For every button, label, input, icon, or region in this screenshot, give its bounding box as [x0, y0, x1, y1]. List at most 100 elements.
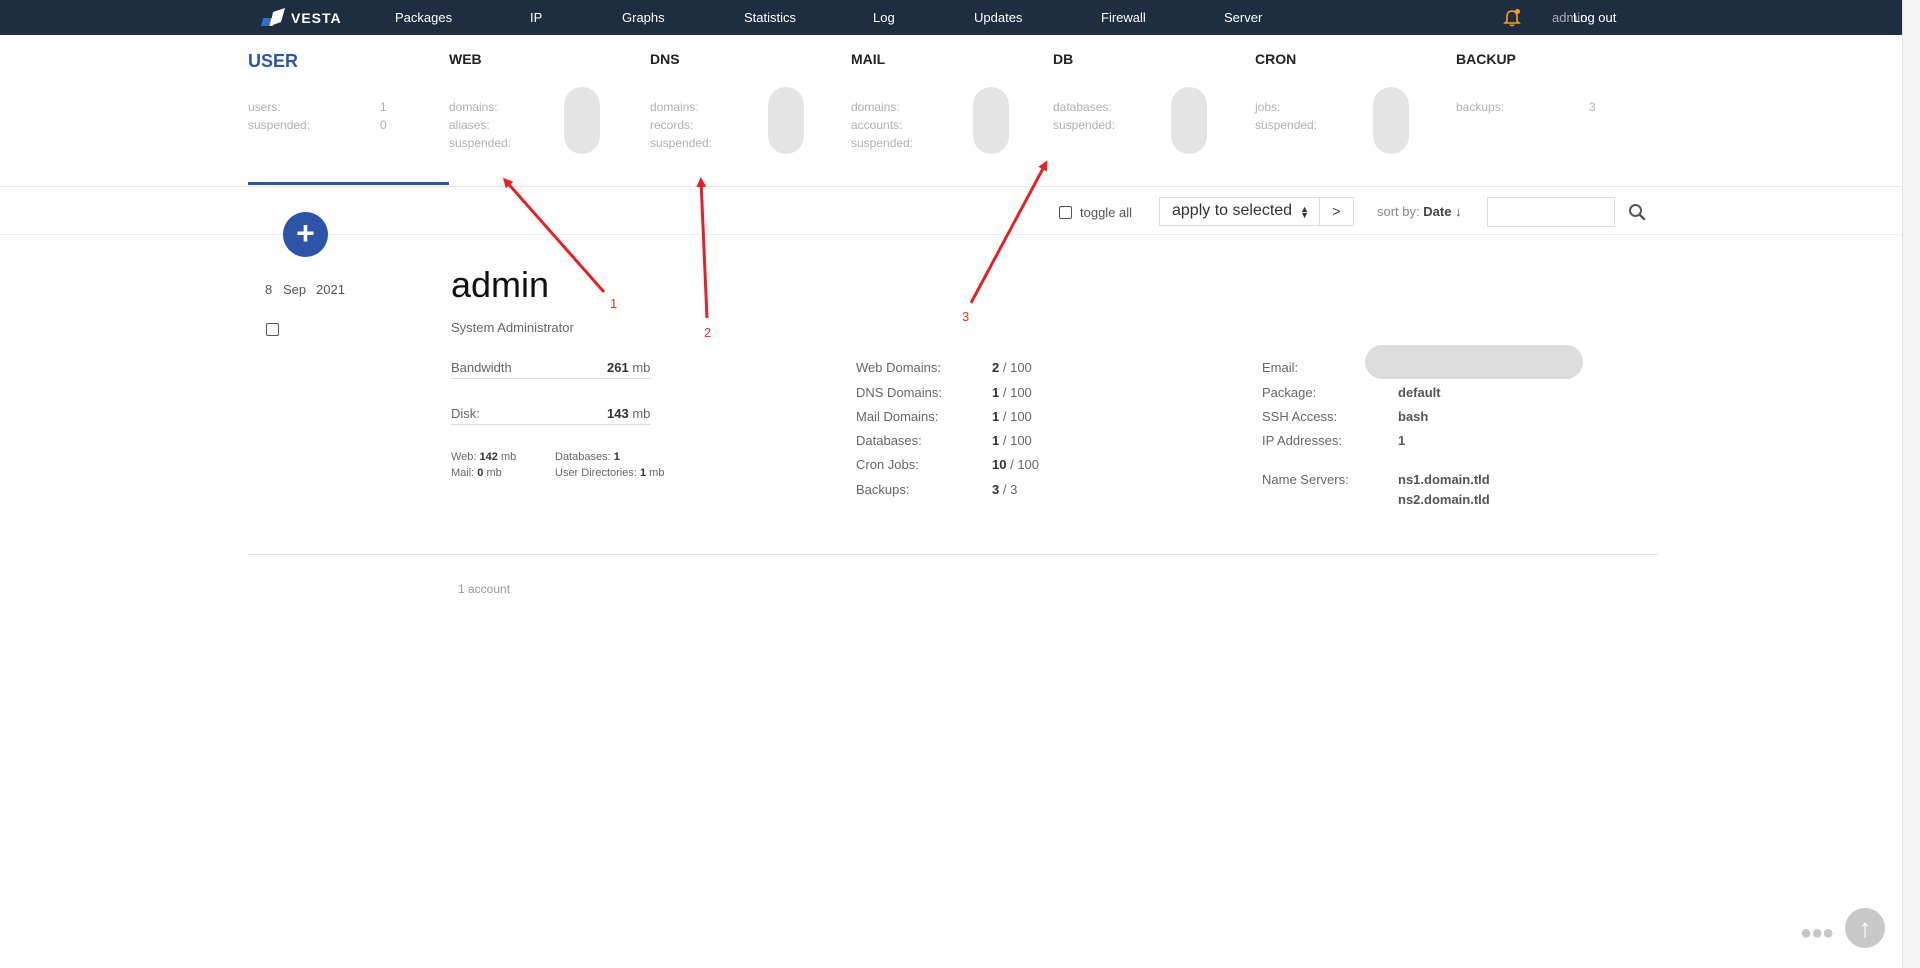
tab-mail-stat-label: accounts:	[851, 118, 903, 132]
name-servers-label: Name Servers:	[1262, 472, 1349, 487]
row-select-checkbox[interactable]	[266, 323, 279, 336]
limit-value: 2 / 100	[992, 360, 1032, 375]
toggle-all-label: toggle all	[1080, 205, 1133, 220]
name-server: ns1.domain.tld	[1398, 472, 1490, 487]
disk-databases: Databases: 1	[555, 451, 620, 463]
tab-cron-title[interactable]: CRON	[1255, 51, 1296, 67]
tab-cron-stat-label: jobs:	[1255, 100, 1281, 114]
limit-label: Mail Domains:	[856, 409, 939, 424]
sort-by-value: Date ↓	[1423, 204, 1462, 219]
limit-value: 3 / 3	[992, 482, 1018, 497]
limit-label: Web Domains:	[856, 360, 942, 375]
tab-user-stat-label: users:	[248, 100, 281, 114]
tab-dns-stat-label: records:	[650, 118, 694, 132]
annotation-label: 3	[962, 309, 970, 324]
notification-bell-icon[interactable]	[1502, 8, 1522, 28]
vesta-logo[interactable]: VESTA	[261, 8, 342, 28]
tab-user-stat-value: 0	[380, 118, 387, 132]
tab-backup-title[interactable]: BACKUP	[1456, 51, 1516, 67]
disk-mail: Mail: 0 mb	[451, 467, 502, 479]
created-year: 2021	[316, 282, 345, 297]
tab-user-title[interactable]: USER	[248, 51, 298, 72]
name-server: ns2.domain.tld	[1398, 492, 1490, 507]
bulk-action-value: apply to selected	[1172, 202, 1293, 219]
email-label: Email:	[1262, 360, 1299, 375]
nav-server[interactable]: Server	[1224, 10, 1262, 25]
created-day: 8	[265, 282, 273, 297]
vesta-logo-icon	[261, 8, 285, 26]
tab-user-stat-label: suspended:	[248, 118, 311, 132]
nav-log[interactable]: Log	[873, 10, 895, 25]
tab-cron-stat-label: suspended:	[1255, 118, 1318, 132]
limit-label: DNS Domains:	[856, 385, 942, 400]
tab-user-stat-value: 1	[380, 100, 387, 114]
limit-value: 1 / 100	[992, 385, 1032, 400]
active-tab-indicator	[248, 182, 449, 185]
tab-backup-stat-value: 3	[1589, 100, 1596, 114]
logout-link[interactable]: Log out	[1573, 10, 1616, 25]
tab-db-stat-label: suspended:	[1053, 118, 1116, 132]
disk-label: Disk:	[451, 406, 480, 421]
sort-by-control[interactable]: sort by: Date ↓	[1377, 204, 1462, 219]
bandwidth-label: Bandwidth	[451, 360, 512, 375]
toggle-all-control[interactable]: toggle all	[1059, 205, 1132, 220]
nav-firewall[interactable]: Firewall	[1101, 10, 1146, 25]
ip-value: 1	[1398, 433, 1406, 448]
add-user-button[interactable]: +	[283, 212, 328, 257]
ssh-value: bash	[1398, 409, 1429, 424]
ip-label: IP Addresses:	[1262, 433, 1342, 448]
page-scrollbar[interactable]	[1902, 0, 1920, 968]
annotation-arrow	[969, 160, 1048, 304]
select-arrows-icon: ▲ ▼	[1300, 204, 1309, 220]
toggle-all-checkbox[interactable]	[1059, 206, 1072, 219]
disk-web: Web: 142 mb	[451, 451, 517, 463]
tab-db-stat-label: databases:	[1053, 100, 1112, 114]
tab-web-stat-label: aliases:	[449, 118, 490, 132]
arrow-up-icon: ↑	[1858, 913, 1872, 943]
tab-web-stat-label: domains:	[449, 100, 498, 114]
user-name[interactable]: admin	[451, 264, 549, 306]
bandwidth-value: 261 mb	[607, 360, 651, 375]
divider	[248, 554, 1658, 555]
limit-value: 10 / 100	[992, 457, 1040, 472]
limit-label: Databases:	[856, 433, 922, 448]
redacted-email	[1365, 345, 1583, 379]
package-value: default	[1398, 385, 1441, 400]
limit-label: Cron Jobs:	[856, 457, 919, 472]
nav-updates[interactable]: Updates	[974, 10, 1022, 25]
ssh-label: SSH Access:	[1262, 409, 1338, 424]
redacted-values	[1171, 87, 1207, 154]
disk-user-dirs: User Directories: 1 mb	[555, 467, 665, 479]
nav-statistics[interactable]: Statistics	[744, 10, 796, 25]
redacted-values	[564, 87, 600, 154]
tab-mail-title[interactable]: MAIL	[851, 51, 885, 67]
divider	[0, 186, 1902, 187]
search-icon[interactable]	[1628, 203, 1646, 221]
apply-button[interactable]: >	[1319, 197, 1354, 226]
top-navbar: VESTA Packages IP Graphs Statistics Log …	[0, 0, 1902, 35]
tab-dns-title[interactable]: DNS	[650, 51, 680, 67]
redacted-values	[1373, 87, 1409, 154]
nav-packages[interactable]: Packages	[395, 10, 452, 25]
sort-by-label: sort by:	[1377, 204, 1420, 219]
package-label: Package:	[1262, 385, 1317, 400]
tab-mail-stat-label: domains:	[851, 100, 900, 114]
tab-db-title[interactable]: DB	[1053, 51, 1073, 67]
annotation-arrows	[503, 160, 1048, 319]
search-input[interactable]	[1487, 197, 1615, 227]
brand-name: VESTA	[291, 10, 342, 26]
disk-meter	[451, 424, 651, 425]
more-options-icon[interactable]: ●●●	[1800, 922, 1834, 945]
tab-web-title[interactable]: WEB	[449, 51, 482, 67]
nav-ip[interactable]: IP	[530, 10, 542, 25]
nav-graphs[interactable]: Graphs	[622, 10, 665, 25]
bulk-action-select[interactable]: apply to selected ▲ ▼	[1159, 197, 1320, 226]
tab-dns-stat-label: domains:	[650, 100, 699, 114]
annotation-label: 1	[610, 296, 618, 311]
limit-value: 1 / 100	[992, 433, 1032, 448]
scroll-to-top-button[interactable]: ↑	[1845, 908, 1885, 948]
limit-value: 1 / 100	[992, 409, 1032, 424]
annotation-label: 2	[704, 325, 712, 340]
disk-value: 143 mb	[607, 406, 651, 421]
created-month: Sep	[283, 282, 307, 297]
